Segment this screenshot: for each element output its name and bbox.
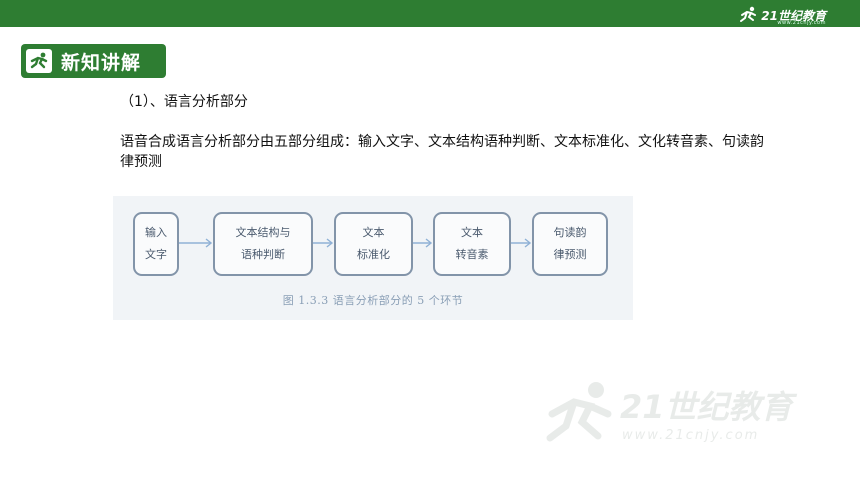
runner-badge-icon [26,49,52,73]
flow-step-line: 文本结构与 [235,226,291,239]
flow-step-line: 输入 [145,226,167,239]
flow-step-line: 文本 [461,226,483,239]
content-heading: （1）、语言分析部分 [120,94,248,110]
section-title: 新知讲解 [61,51,142,74]
flow-step-line: 句读韵 [553,226,587,239]
watermark-url: www.21cnjy.com [622,428,760,443]
flow-step-line: 转音素 [455,248,489,261]
content-paragraph: 语音合成语言分析部分由五部分组成：输入文字、文本结构语种判断、文本标准化、文化转… [120,134,764,170]
brand-logo: 21世纪教育 www.21cnjy.com [738,4,826,26]
watermark-text: 21世纪教育 [620,388,793,426]
flow-step-phoneme: 文本 转音素 [433,212,511,276]
watermark-runner-icon [546,382,612,442]
flow-step-line: 文字 [145,248,167,261]
flow-step-input: 输入 文字 [133,212,179,276]
flow-step-normalize: 文本 标准化 [334,212,413,276]
flow-step-line: 语种判断 [241,248,285,261]
flow-figure: 输入 文字 文本结构与 语种判断 文本 标准化 文本 转音素 句读韵 律预测 图… [113,196,633,320]
brand-url: www.21cnjy.com [777,20,826,26]
figure-caption: 图 1.3.3 语言分析部分的 5 个环节 [282,294,464,307]
section-badge: 新知讲解 [21,44,166,78]
flow-step-structure: 文本结构与 语种判断 [213,212,313,276]
top-bar: 21世纪教育 www.21cnjy.com [0,0,860,27]
flow-step-line: 标准化 [357,248,390,261]
flow-step-line: 律预测 [553,248,587,261]
runner-icon [740,6,757,22]
watermark: 21世纪教育 www.21cnjy.com [540,378,793,452]
flow-step-prosody: 句读韵 律预测 [532,212,608,276]
flow-step-line: 文本 [362,226,385,239]
